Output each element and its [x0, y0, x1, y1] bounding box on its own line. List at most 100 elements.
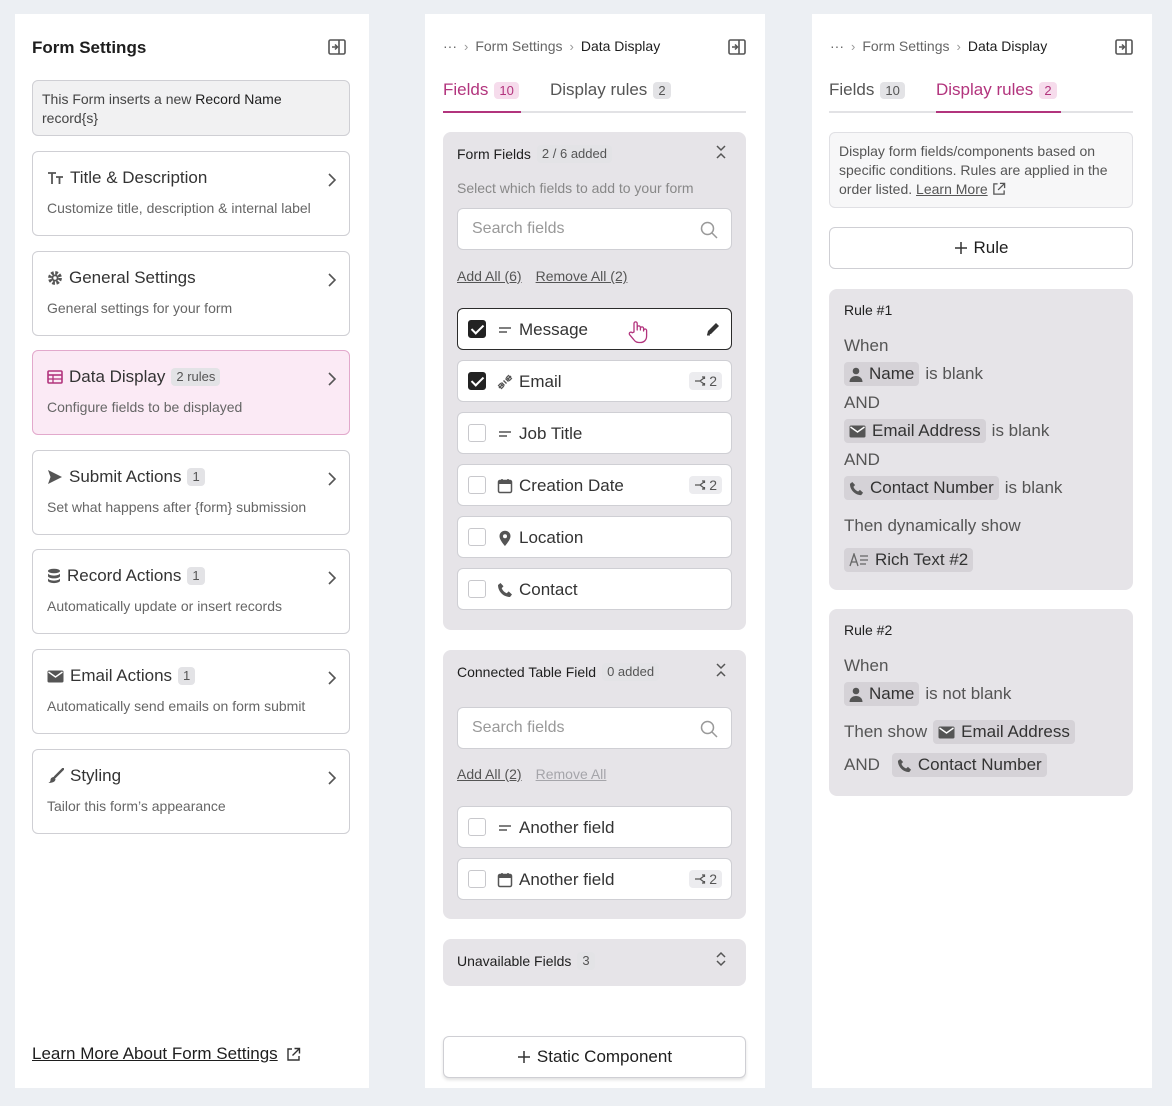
tab-fields[interactable]: Fields 10 — [829, 80, 905, 113]
field-chip: Contact Number — [844, 476, 999, 500]
field-row-location[interactable]: Location — [457, 516, 732, 558]
add-all-link[interactable]: Add All (2) — [457, 766, 522, 782]
card-styling[interactable]: Styling Tailor this form’s appearance — [32, 749, 350, 834]
card-general-settings[interactable]: General Settings General settings for yo… — [32, 251, 350, 336]
data-display-rules-panel: ··· › Form Settings › Data Display Field… — [812, 14, 1152, 1088]
database-icon — [47, 568, 61, 584]
field-checkbox[interactable] — [468, 424, 486, 442]
tab-count-badge: 10 — [494, 82, 519, 99]
tab-display-rules[interactable]: Display rules 2 — [550, 80, 671, 113]
field-row-email[interactable]: Email 2 — [457, 360, 732, 402]
field-name: Message — [519, 320, 588, 339]
field-row-message[interactable]: Message — [457, 308, 732, 350]
rule-and: AND — [844, 393, 880, 412]
field-row-another[interactable]: Another field — [457, 806, 732, 848]
card-email-actions[interactable]: Email Actions 1 Automatically send email… — [32, 649, 350, 734]
learn-more-link[interactable]: Learn More About Form Settings — [32, 1044, 301, 1064]
branch-icon — [694, 874, 706, 884]
rich-text-icon — [849, 553, 869, 567]
field-row-another[interactable]: Another field 2 — [457, 858, 732, 900]
field-checkbox[interactable] — [468, 580, 486, 598]
learn-more-link[interactable]: Learn More — [916, 181, 988, 197]
field-checkbox[interactable] — [468, 372, 486, 390]
phone-icon — [849, 481, 864, 496]
field-checkbox[interactable] — [468, 818, 486, 836]
calendar-icon — [496, 477, 514, 495]
text-format-icon — [47, 171, 64, 185]
rule-card[interactable]: Rule #1 When Name is blank AND Email Add… — [829, 289, 1133, 590]
info-record-name: Record Name — [195, 91, 282, 107]
chevron-right-icon — [327, 770, 337, 786]
collapse-panel-icon[interactable] — [328, 39, 346, 55]
group-count-badge: 3 — [577, 952, 595, 970]
field-checkbox[interactable] — [468, 476, 486, 494]
breadcrumb-current: Data Display — [580, 38, 661, 54]
card-submit-actions[interactable]: Submit Actions 1 Set what happens after … — [32, 450, 350, 535]
add-all-link[interactable]: Add All (6) — [457, 268, 522, 284]
collapse-group-icon[interactable] — [714, 662, 728, 678]
card-description: General settings for your form — [47, 300, 233, 316]
field-row-job-title[interactable]: Job Title — [457, 412, 732, 454]
breadcrumb-parent[interactable]: Form Settings — [475, 38, 562, 54]
field-row-contact[interactable]: Contact — [457, 568, 732, 610]
breadcrumb-separator-icon: › — [851, 38, 856, 54]
branch-icon — [694, 376, 706, 386]
card-title-description[interactable]: Title & Description Customize title, des… — [32, 151, 350, 236]
rules-count-badge: 2 rules — [171, 368, 221, 386]
tab-display-rules[interactable]: Display rules 2 — [936, 80, 1061, 113]
chevron-right-icon — [327, 670, 337, 686]
dependency-badge: 2 — [689, 870, 722, 888]
remove-all-link[interactable]: Remove All (2) — [536, 268, 628, 284]
card-title: Email Actions — [70, 666, 173, 685]
field-checkbox[interactable] — [468, 320, 486, 338]
search-input[interactable] — [458, 209, 731, 249]
group-title: Unavailable Fields — [457, 953, 572, 969]
add-static-component-button[interactable]: Static Component — [443, 1036, 746, 1078]
tab-count-badge: 10 — [880, 82, 905, 99]
bulk-actions: Add All (6) Remove All (2) — [457, 268, 627, 284]
card-title: Record Actions — [67, 566, 182, 585]
collapse-group-icon[interactable] — [714, 144, 728, 160]
field-chip: Name — [844, 682, 920, 706]
breadcrumb-parent[interactable]: Form Settings — [862, 38, 949, 54]
add-rule-button[interactable]: Rule — [829, 227, 1133, 269]
chevron-right-icon — [327, 570, 337, 586]
chip-label: Rich Text #2 — [875, 550, 969, 569]
breadcrumb-ellipsis[interactable]: ··· — [830, 38, 844, 54]
breadcrumb-ellipsis[interactable]: ··· — [443, 38, 457, 54]
card-record-actions[interactable]: Record Actions 1 Automatically update or… — [32, 549, 350, 634]
data-display-fields-panel: ··· › Form Settings › Data Display Field… — [425, 14, 765, 1088]
collapse-panel-icon[interactable] — [1115, 39, 1133, 55]
rule-condition: Contact Number is blank — [844, 476, 1062, 500]
record-info-box: This Form inserts a new Record Name reco… — [32, 80, 350, 136]
field-checkbox[interactable] — [468, 870, 486, 888]
tab-bar: Fields 10 Display rules 2 — [443, 80, 746, 113]
search-input[interactable] — [458, 708, 731, 748]
text-lines-icon — [496, 819, 514, 837]
chevron-right-icon — [327, 272, 337, 288]
unavailable-fields-group[interactable]: Unavailable Fields 3 — [443, 939, 746, 986]
expand-group-icon[interactable] — [714, 951, 728, 967]
button-label: Static Component — [536, 1047, 673, 1066]
chip-label: Name — [869, 684, 915, 703]
rules-description: Display form fields/components based on … — [829, 132, 1133, 208]
card-title: Styling — [70, 766, 122, 785]
tab-label: Display rules — [936, 80, 1034, 99]
chip-label: Email Address — [872, 421, 981, 440]
field-checkbox[interactable] — [468, 528, 486, 546]
field-row-creation-date[interactable]: Creation Date 2 — [457, 464, 732, 506]
collapse-panel-icon[interactable] — [728, 39, 746, 55]
search-fields-box — [457, 208, 732, 250]
envelope-icon — [47, 670, 64, 683]
rule-title: Rule #2 — [844, 622, 893, 638]
card-description: Tailor this form’s appearance — [47, 798, 226, 814]
group-count-badge: 2 / 6 added — [536, 145, 612, 163]
rule-and: AND — [844, 450, 880, 469]
card-data-display[interactable]: Data Display 2 rules Configure fields to… — [32, 350, 350, 435]
tab-fields[interactable]: Fields 10 — [443, 80, 521, 113]
rule-card[interactable]: Rule #2 When Name is not blank Then show… — [829, 609, 1133, 796]
field-name: Creation Date — [519, 476, 624, 495]
pencil-edit-icon[interactable] — [705, 321, 721, 337]
rule-when: When — [844, 336, 889, 355]
form-settings-panel: Form Settings This Form inserts a new Re… — [15, 14, 369, 1088]
